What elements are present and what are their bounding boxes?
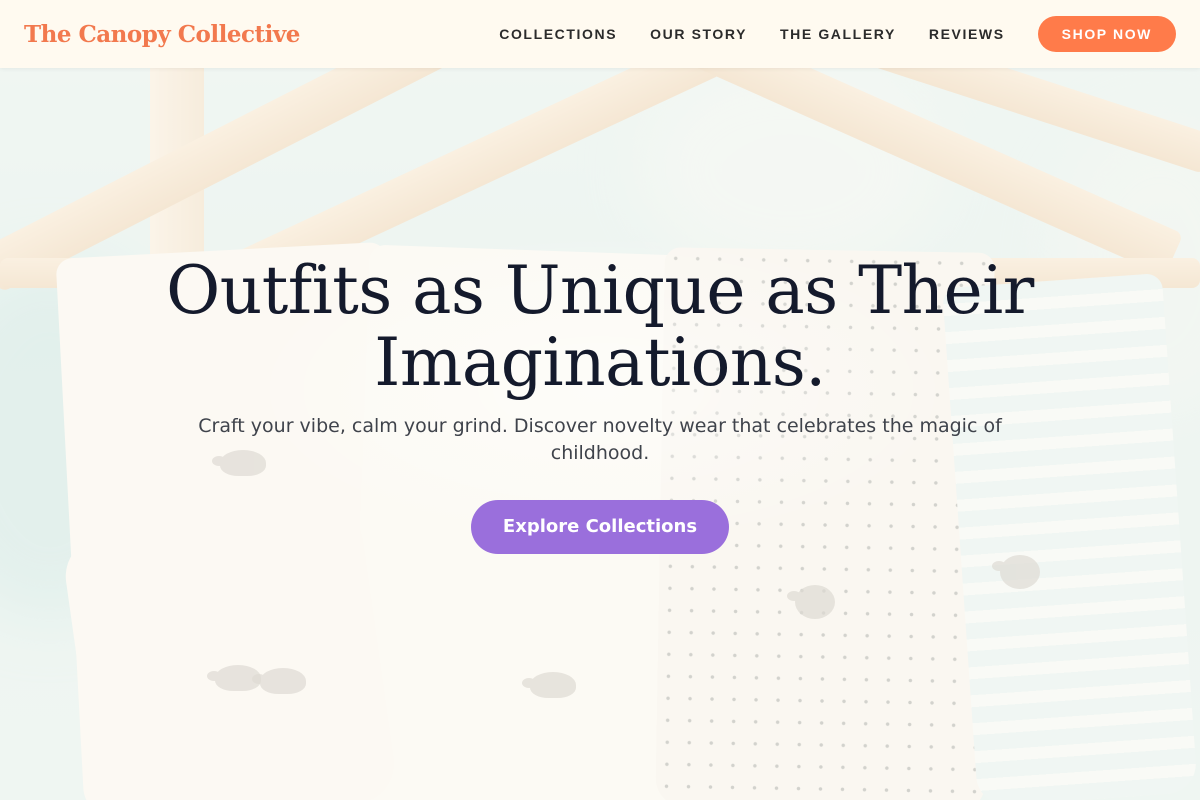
main-nav: COLLECTIONS OUR STORY THE GALLERY REVIEW… <box>499 16 1176 52</box>
nav-link-our-story[interactable]: OUR STORY <box>650 26 747 42</box>
nav-link-the-gallery[interactable]: THE GALLERY <box>780 26 896 42</box>
nav-link-reviews[interactable]: REVIEWS <box>929 26 1005 42</box>
site-header: The Canopy Collective COLLECTIONS OUR ST… <box>0 0 1200 68</box>
hero-subtitle: Craft your vibe, calm your grind. Discov… <box>198 415 1002 464</box>
hero-section: Outfits as Unique as Their Imaginations.… <box>0 255 1200 554</box>
explore-collections-button[interactable]: Explore Collections <box>471 500 729 554</box>
brand-logo[interactable]: The Canopy Collective <box>24 21 300 48</box>
shop-now-button[interactable]: SHOP NOW <box>1037 16 1176 52</box>
nav-link-collections[interactable]: COLLECTIONS <box>499 26 617 42</box>
hero-title: Outfits as Unique as Their Imaginations. <box>166 252 1034 401</box>
